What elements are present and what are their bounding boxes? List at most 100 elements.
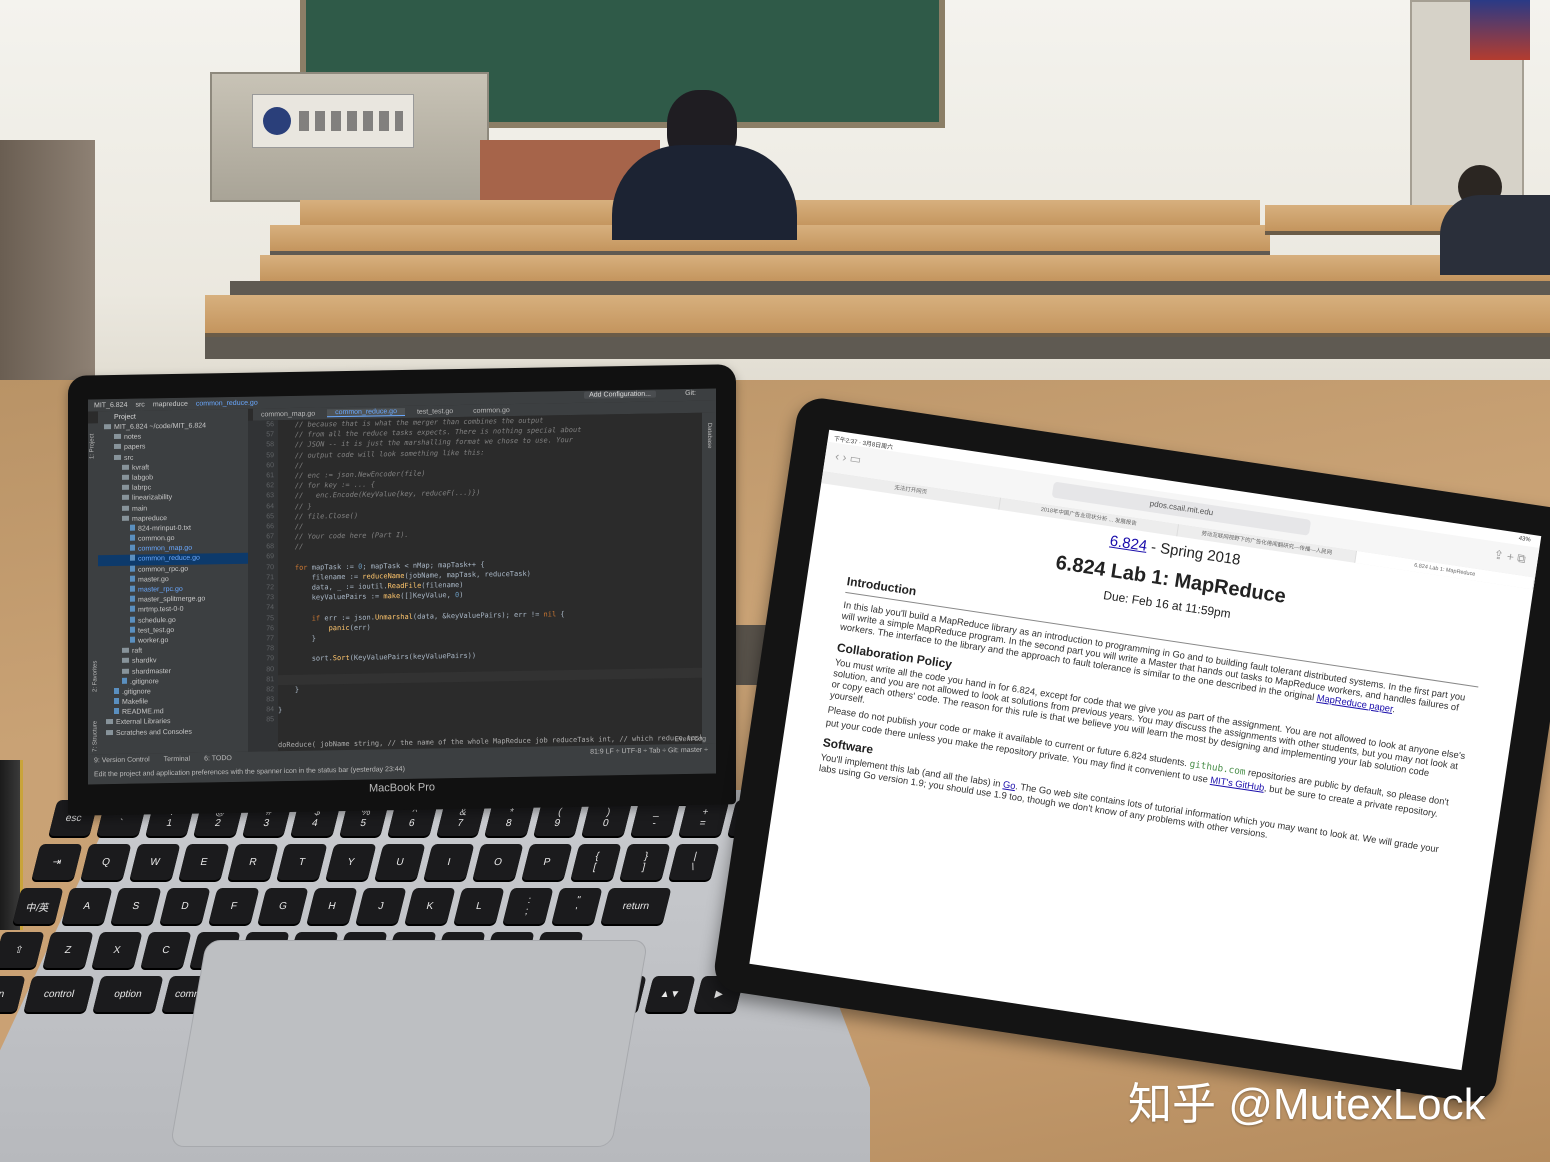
keyboard-key[interactable]: 中/英 [12,888,64,924]
file-icon [130,544,135,551]
keyboard-key[interactable]: G [257,888,309,924]
breadcrumb-src[interactable]: src [135,401,144,408]
keyboard-key[interactable]: C [140,932,192,968]
breadcrumb-mapreduce[interactable]: mapreduce [153,400,188,408]
key-row: ⇥ Q W E R T Y U I O P{ [} ] | \ [31,844,786,880]
desk-row [205,295,1550,337]
keyboard-key[interactable]: + = [678,800,730,836]
line-number: 73 [266,594,274,602]
podium-nameplate [252,94,414,148]
desk-front [205,337,1550,359]
keyboard-key[interactable]: X [91,932,143,968]
keyboard-key[interactable]: Q [80,844,132,880]
folder-icon [106,719,113,725]
status-info[interactable]: 81:9 LF ÷ UTF-8 ÷ Tab ÷ Git: master ÷ [590,747,708,756]
share-newtab-icon[interactable]: ⇪ + ⧉ [1493,547,1527,567]
event-log-button[interactable]: Event Log [674,736,706,744]
line-number: 72 [266,584,274,592]
file-icon [130,595,135,602]
university-logo-icon [263,107,291,135]
version-control-button[interactable]: 9: Version Control [94,756,150,764]
keyboard-key[interactable]: control [23,976,95,1012]
folder-icon [122,647,129,654]
project-tool-label[interactable]: 1: Project [90,434,96,459]
file-icon [122,677,127,684]
keyboard-key[interactable]: W [129,844,181,880]
line-number: 60 [266,461,274,470]
keyboard-key[interactable]: Y [325,844,377,880]
line-number: 59 [266,451,274,459]
line-number: 63 [266,492,274,500]
trackpad[interactable] [169,940,649,1147]
left-tool-strip: 1: Project 2: Favorites 7: Structure [88,423,99,755]
line-number: 62 [266,482,274,490]
keyboard-key[interactable]: R [227,844,279,880]
line-number: 83 [266,696,274,704]
keyboard-key[interactable]: I [423,844,475,880]
keyboard-key[interactable]: | \ [668,844,720,880]
code-editor[interactable]: // because that is what the merger than … [278,412,702,752]
breadcrumb-project[interactable]: MIT_6.824 [94,401,127,409]
keyboard-key[interactable]: D [159,888,211,924]
keyboard-key[interactable]: A [61,888,113,924]
git-status[interactable]: Git: [685,390,696,397]
line-number: 81 [266,675,274,684]
line-number: 67 [266,533,274,541]
keyboard-key[interactable]: " ' [551,888,603,924]
file-icon [130,534,135,541]
keyboard-key[interactable]: ▲▼ [644,976,696,1012]
keyboard-key[interactable]: J [355,888,407,924]
folder-icon [122,505,129,511]
keyboard-key[interactable]: L [453,888,505,924]
keyboard-key[interactable]: return [600,888,672,924]
keyboard-key[interactable]: E [178,844,230,880]
keyboard-key[interactable]: option [92,976,164,1012]
keyboard-key[interactable]: Z [42,932,94,968]
tab-common-reduce[interactable]: common_reduce.go [327,407,405,418]
line-number: 84 [266,706,274,714]
keyboard-key[interactable]: fn [0,976,26,1012]
keyboard-key[interactable]: H [306,888,358,924]
terminal-button[interactable]: Terminal [164,756,190,763]
tool-window-buttons: 9: Version Control Terminal 6: TODO [94,755,232,764]
keyboard-key[interactable]: } ] [619,844,671,880]
keyboard-key[interactable]: ⇧ [0,932,45,968]
student-back [612,90,797,240]
add-configuration-button[interactable]: Add Configuration... [584,390,656,399]
battery-indicator: 43% [1518,535,1531,544]
keyboard-key[interactable]: ⇥ [31,844,83,880]
database-tool-label[interactable]: Database [706,423,712,449]
ipad: 下午2:37 · 3月8日周六 43% ‹ › ▭ pdos.csail.mit… [711,395,1550,1106]
line-number: 64 [266,502,274,510]
line-number: 76 [266,624,274,633]
keyboard-key[interactable]: K [404,888,456,924]
keyboard-key[interactable]: F [208,888,260,924]
line-number: 57 [266,431,274,439]
right-tool-strip: Database [702,412,716,744]
keyboard-key[interactable]: U [374,844,426,880]
back-forward-icon[interactable]: ‹ › ▭ [834,449,862,467]
course-link[interactable]: 6.824 [1109,533,1149,555]
tree-folder[interactable]: Scratches and Consoles [98,726,248,739]
folder-icon [106,729,113,735]
folder-icon [122,668,129,674]
line-number: 82 [266,686,274,694]
file-icon [130,565,135,572]
file-icon [114,708,119,715]
keyboard-key[interactable]: : ; [502,888,554,924]
breadcrumb-file[interactable]: common_reduce.go [196,399,258,407]
todo-button[interactable]: 6: TODO [204,755,232,762]
tab-test-test[interactable]: test_test.go [409,407,461,416]
line-number: 56 [266,421,274,429]
tab-common-map[interactable]: common_map.go [253,410,323,418]
file-icon [114,698,119,705]
keyboard-key[interactable]: O [472,844,524,880]
student-sleeping [1440,165,1550,275]
folder-icon [104,424,111,430]
tab-common[interactable]: common.go [465,406,518,415]
line-number: 80 [266,665,274,673]
keyboard-key[interactable]: { [ [570,844,622,880]
keyboard-key[interactable]: S [110,888,162,924]
keyboard-key[interactable]: P [521,844,573,880]
keyboard-key[interactable]: T [276,844,328,880]
